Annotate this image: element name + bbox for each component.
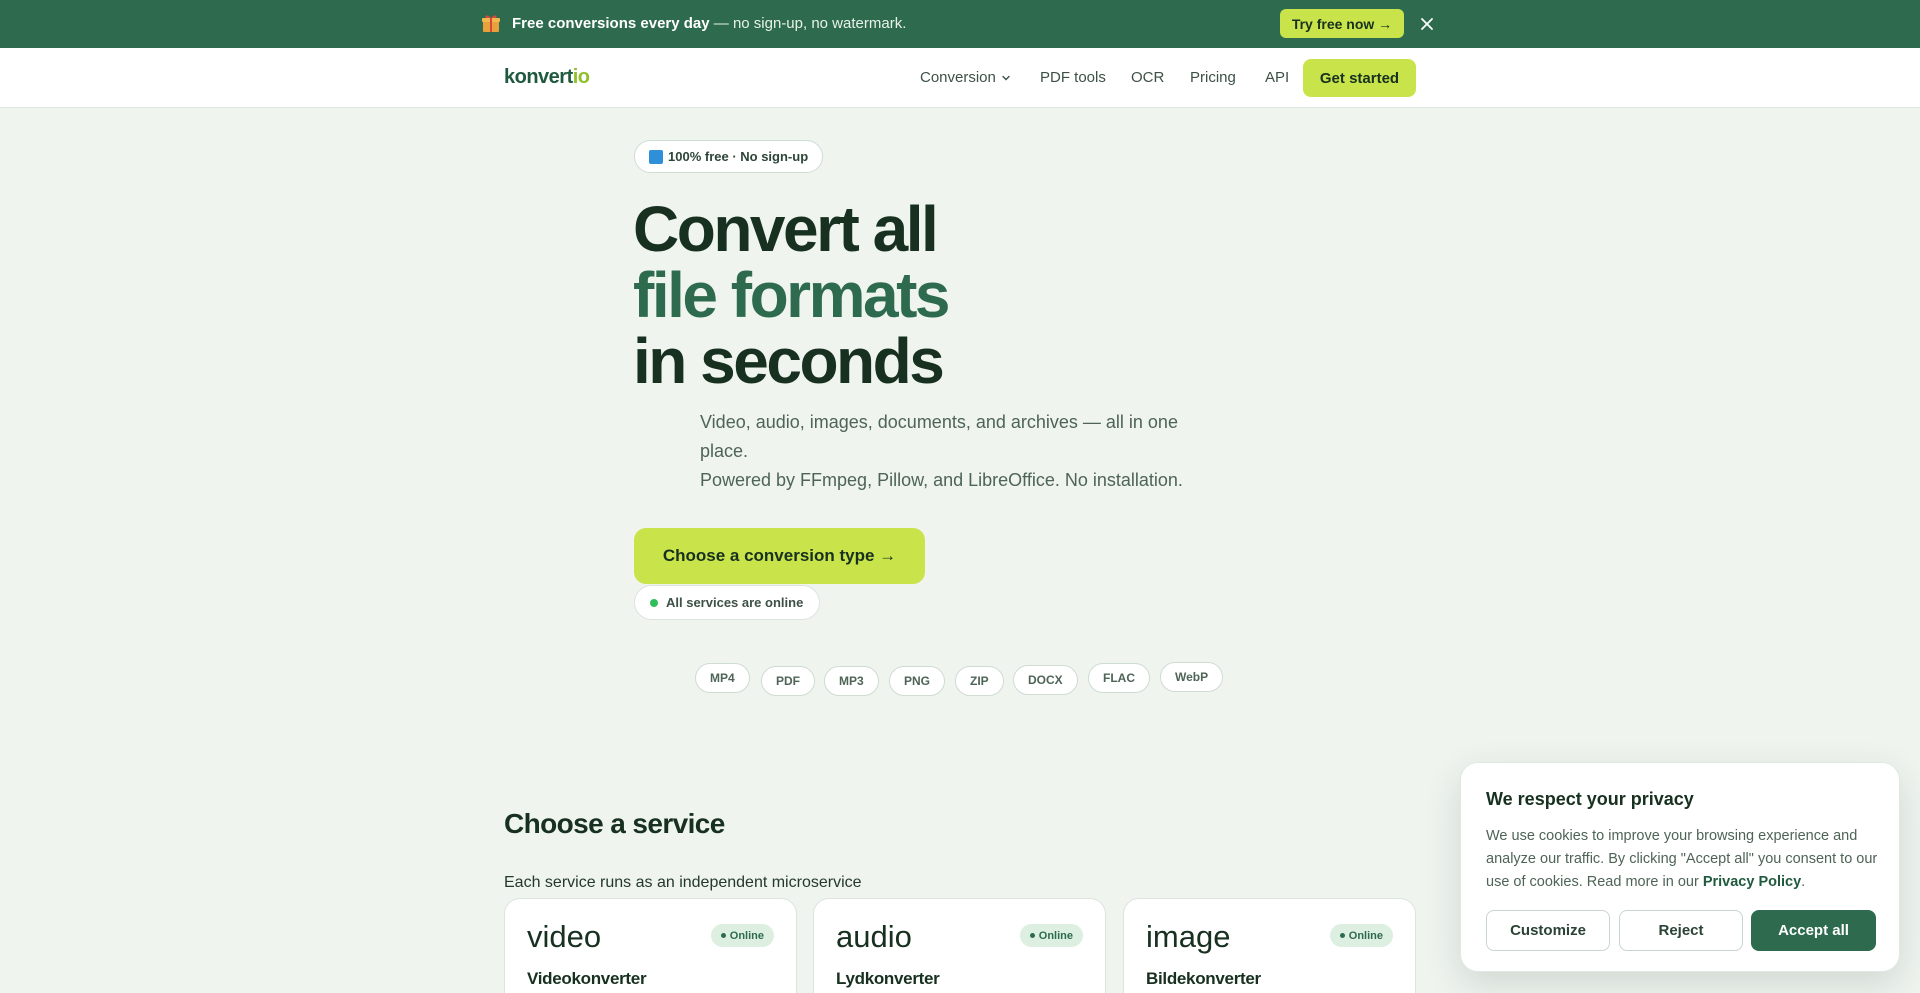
free-icon — [649, 149, 663, 164]
service-title: Videokonverter — [527, 969, 647, 988]
nav-link-api[interactable]: API — [1265, 69, 1289, 86]
page-title-line-2: file formats — [633, 259, 950, 331]
logo-accent: io — [572, 66, 590, 88]
status-badge: All services are online — [634, 585, 821, 620]
promo-text-rest: — no sign-up, no watermark. — [709, 15, 907, 32]
section-title: Choose a service — [504, 808, 725, 839]
format-chip-flac[interactable]: FLAC — [1088, 663, 1150, 693]
hero-subtitle-line-2: Powered by FFmpeg, Pillow, and LibreOffi… — [700, 470, 1183, 490]
chevron-down-icon — [1002, 75, 1010, 80]
nav-link-pdf-tools[interactable]: PDF tools — [1040, 69, 1106, 86]
format-chip-mp4[interactable]: MP4 — [695, 663, 750, 693]
hero-badge-label: 100% free · No sign-up — [668, 149, 809, 164]
cookie-text-end: . — [1801, 874, 1806, 890]
format-chip-mp3[interactable]: MP3 — [824, 666, 879, 696]
service-status: Online — [729, 929, 764, 942]
gift-icon — [482, 15, 500, 32]
nav-link-ocr[interactable]: OCR — [1131, 69, 1164, 86]
format-chip-docx[interactable]: DOCX — [1013, 665, 1078, 695]
service-title: Lydkonverter — [836, 969, 940, 988]
close-icon[interactable] — [1417, 14, 1437, 34]
accept-all-button[interactable]: Accept all — [1751, 910, 1876, 951]
page-title-line-3: in seconds — [633, 325, 945, 397]
logo[interactable]: konvertio — [504, 66, 590, 89]
online-dot-icon — [650, 598, 658, 607]
promo-text-bold: Free conversions every day — [512, 15, 710, 32]
hero-subtitle: Video, audio, images, documents, and arc… — [700, 408, 1200, 495]
format-chip-pdf[interactable]: PDF — [761, 666, 815, 696]
format-chip-zip[interactable]: ZIP — [955, 666, 1004, 696]
status-badge: Online — [1329, 924, 1393, 947]
format-chip-webp[interactable]: WebP — [1160, 662, 1224, 692]
top-nav: konvertio Conversion PDF tools OCR Prici… — [0, 48, 1920, 108]
choose-conversion-button[interactable]: Choose a conversion type → — [634, 528, 925, 584]
nav-link-label: Conversion — [920, 69, 996, 86]
status-label: All services are online — [666, 595, 804, 610]
online-dot-icon — [720, 933, 726, 938]
format-chip-png[interactable]: PNG — [889, 666, 946, 696]
service-name: audio — [836, 919, 912, 954]
get-started-button[interactable]: Get started — [1303, 59, 1416, 97]
cookie-text-body: We use cookies to improve your browsing … — [1486, 828, 1878, 890]
section-subtitle: Each service runs as an independent micr… — [504, 874, 862, 891]
service-name: video — [527, 919, 602, 954]
service-name: image — [1146, 919, 1231, 954]
service-status: Online — [1038, 929, 1073, 942]
status-badge: Online — [710, 924, 774, 947]
nav-link-conversion[interactable]: Conversion — [920, 69, 1011, 86]
nav-link-pricing[interactable]: Pricing — [1190, 69, 1236, 86]
cookie-consent-dialog: We respect your privacy We use cookies t… — [1460, 762, 1900, 972]
cookie-text: We use cookies to improve your browsing … — [1486, 825, 1881, 894]
reject-button[interactable]: Reject — [1619, 910, 1743, 951]
service-title: Bildekonverter — [1146, 969, 1261, 988]
try-free-button[interactable]: Try free now → — [1280, 9, 1404, 38]
service-card-image[interactable]: image Online Bildekonverter — [1123, 898, 1416, 993]
status-badge: Online — [1019, 924, 1083, 947]
hero-badge: 100% free · No sign-up — [634, 140, 824, 173]
online-dot-icon — [1029, 933, 1035, 938]
logo-main: konvert — [504, 66, 573, 88]
page-title-line-1: Convert all — [633, 193, 939, 265]
online-dot-icon — [1339, 933, 1345, 938]
service-card-audio[interactable]: audio Online Lydkonverter — [813, 898, 1106, 993]
cookie-title: We respect your privacy — [1486, 789, 1694, 809]
service-status: Online — [1348, 929, 1383, 942]
service-card-video[interactable]: video Online Videokonverter — [504, 898, 797, 993]
page-title: Convert all file formats in seconds — [633, 193, 950, 397]
promo-banner: Free conversions every day — no sign-up,… — [0, 0, 1920, 48]
hero-subtitle-line-1: Video, audio, images, documents, and arc… — [700, 412, 1178, 461]
privacy-policy-link[interactable]: Privacy Policy — [1703, 874, 1801, 890]
promo-text: Free conversions every day — no sign-up,… — [512, 15, 906, 32]
customize-button[interactable]: Customize — [1486, 910, 1610, 951]
